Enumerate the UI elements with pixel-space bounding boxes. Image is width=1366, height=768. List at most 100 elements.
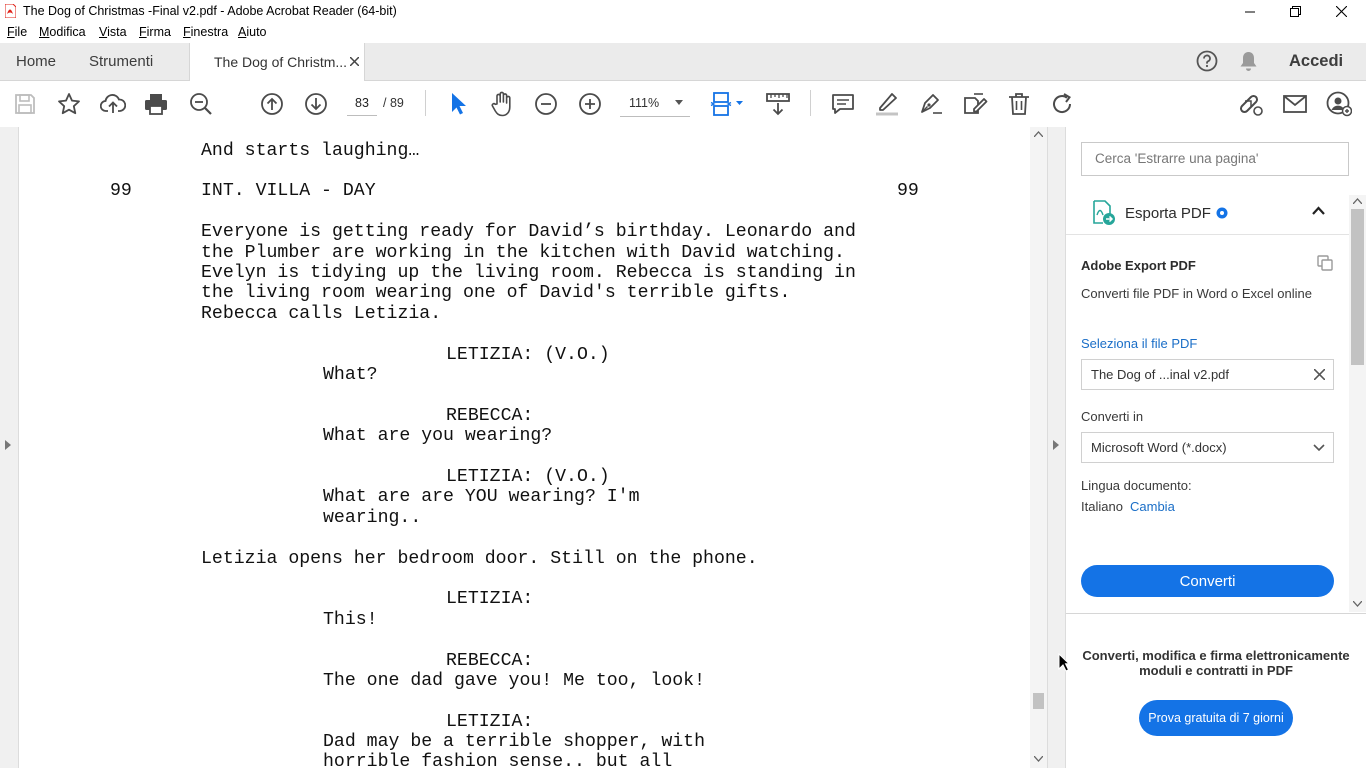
rotate-button[interactable] xyxy=(1049,90,1077,118)
tools-pane-scrollbar[interactable] xyxy=(1349,195,1366,612)
next-page-button[interactable] xyxy=(302,90,330,118)
select-tool-button[interactable] xyxy=(444,90,472,118)
save-button[interactable] xyxy=(11,90,39,118)
selected-file-name: The Dog of ...inal v2.pdf xyxy=(1091,367,1230,382)
save-icon xyxy=(15,94,35,114)
scroll-up-arrow-icon[interactable] xyxy=(1034,131,1043,137)
close-window-button[interactable] xyxy=(1318,0,1364,23)
fill-sign-button[interactable] xyxy=(961,90,989,118)
left-panel-toggle[interactable] xyxy=(0,127,19,768)
tab-document[interactable]: The Dog of Christm... xyxy=(189,43,365,81)
clear-file-icon[interactable] xyxy=(1314,369,1325,380)
free-trial-button[interactable]: Prova gratuita di 7 giorni xyxy=(1139,700,1293,736)
tools-search-input[interactable]: Cerca 'Estrarre una pagina' xyxy=(1081,142,1349,176)
menu-vista[interactable]: Vista xyxy=(99,25,127,39)
premium-badge-icon xyxy=(1216,207,1228,219)
export-pdf-title: Esporta PDF xyxy=(1125,205,1211,222)
service-description: Converti file PDF in Word o Excel online xyxy=(1081,286,1312,301)
character-name: LETIZIA: xyxy=(446,589,534,609)
user-add-icon xyxy=(1326,91,1352,117)
menu-aiuto[interactable]: Aiuto xyxy=(238,25,267,39)
comment-button[interactable] xyxy=(829,90,857,118)
export-pdf-header[interactable]: Esporta PDF xyxy=(1066,192,1349,235)
document-page[interactable]: And starts laughing… 99 INT. VILLA - DAY… xyxy=(19,127,1030,768)
read-mode-button[interactable] xyxy=(764,90,792,118)
upload-cloud-button[interactable] xyxy=(99,90,127,118)
comment-icon xyxy=(832,94,854,114)
export-pdf-icon xyxy=(1093,200,1115,225)
restore-button[interactable] xyxy=(1272,0,1318,23)
ruler-down-icon xyxy=(766,93,790,116)
character-name: REBECCA: xyxy=(446,406,534,426)
delete-button[interactable] xyxy=(1005,90,1033,118)
zoom-select[interactable]: 111% xyxy=(620,91,690,117)
tools-pane-scroll-thumb[interactable] xyxy=(1351,209,1364,365)
dialogue-line: What are you wearing? xyxy=(323,426,553,446)
tab-home[interactable]: Home xyxy=(16,53,56,70)
language-change-link[interactable]: Cambia xyxy=(1130,499,1175,514)
zoom-in-button[interactable] xyxy=(576,90,604,118)
envelope-icon xyxy=(1283,95,1307,113)
hand-tool-button[interactable] xyxy=(488,90,516,118)
toolbar-separator xyxy=(425,90,426,116)
menu-finestra[interactable]: Finestra xyxy=(183,25,228,39)
convert-format-value: Microsoft Word (*.docx) xyxy=(1091,440,1227,455)
scene-number-left: 99 xyxy=(110,181,132,201)
share-link-button[interactable] xyxy=(1236,90,1264,118)
zoom-out-button[interactable] xyxy=(532,90,560,118)
tab-tools[interactable]: Strumenti xyxy=(89,53,153,70)
cursor-arrow-icon xyxy=(452,93,466,115)
character-name: REBECCA: xyxy=(446,651,534,671)
dialogue-line: What are are YOU wearing? I'm xyxy=(323,487,640,507)
scroll-up-arrow-icon[interactable] xyxy=(1353,198,1362,204)
edit-document-icon xyxy=(964,93,988,114)
minimize-button[interactable] xyxy=(1227,0,1273,23)
minimize-icon xyxy=(1245,11,1255,12)
tab-document-label: The Dog of Christm... xyxy=(214,54,348,70)
hand-icon xyxy=(491,91,511,117)
toolbar-separator xyxy=(810,90,811,116)
scroll-down-arrow-icon[interactable] xyxy=(1034,756,1043,762)
notifications-bell-icon[interactable] xyxy=(1239,51,1258,72)
copy-stack-icon[interactable] xyxy=(1317,255,1335,271)
promo-text-line-1: Converti, modifica e firma elettronicame… xyxy=(1082,648,1350,663)
script-line: And starts laughing… xyxy=(201,141,420,161)
sign-in-link[interactable]: Accedi xyxy=(1289,52,1343,71)
document-scrollbar[interactable] xyxy=(1030,127,1047,768)
page-layout-button[interactable] xyxy=(708,90,746,118)
highlight-button[interactable] xyxy=(873,90,901,118)
cloud-upload-icon xyxy=(100,94,126,113)
action-line: the living room wearing one of David's t… xyxy=(201,283,791,303)
service-title: Adobe Export PDF xyxy=(1081,258,1196,273)
search-zoom-button[interactable] xyxy=(187,90,215,118)
convert-format-dropdown[interactable]: Microsoft Word (*.docx) xyxy=(1081,432,1334,463)
pen-nib-icon xyxy=(921,94,942,114)
acrobat-pdf-icon xyxy=(5,4,16,18)
convert-to-label: Converti in xyxy=(1081,409,1144,424)
menu-firma[interactable]: Firma xyxy=(139,25,171,39)
selected-file-field[interactable]: The Dog of ...inal v2.pdf xyxy=(1081,359,1334,390)
select-file-link[interactable]: Seleziona il file PDF xyxy=(1081,336,1197,351)
scroll-down-arrow-icon[interactable] xyxy=(1353,601,1362,607)
title-bar: The Dog of Christmas -Final v2.pdf - Ado… xyxy=(0,0,1366,23)
page-number-input[interactable] xyxy=(347,91,377,116)
document-scroll-thumb[interactable] xyxy=(1033,693,1044,709)
bookmark-star-button[interactable] xyxy=(55,90,83,118)
window-title: The Dog of Christmas -Final v2.pdf - Ado… xyxy=(23,4,397,18)
draw-button[interactable] xyxy=(917,90,945,118)
close-tab-icon[interactable] xyxy=(350,57,359,66)
menu-modifica[interactable]: Modifica xyxy=(39,25,86,39)
printer-icon xyxy=(145,94,167,115)
action-line: Evelyn is tidying up the living room. Re… xyxy=(201,263,856,283)
convert-button[interactable]: Converti xyxy=(1081,565,1334,597)
menu-file[interactable]: File xyxy=(7,25,27,39)
print-button[interactable] xyxy=(142,90,170,118)
share-user-button[interactable] xyxy=(1325,90,1353,118)
zoom-value: 111% xyxy=(629,96,660,110)
language-label: Lingua documento: xyxy=(1081,478,1192,493)
promo-text-line-2: moduli e contratti in PDF xyxy=(1139,663,1293,678)
dialogue-line: Dad may be a terrible shopper, with xyxy=(323,732,705,752)
email-button[interactable] xyxy=(1281,90,1309,118)
help-icon[interactable] xyxy=(1196,50,1218,72)
previous-page-button[interactable] xyxy=(258,90,286,118)
